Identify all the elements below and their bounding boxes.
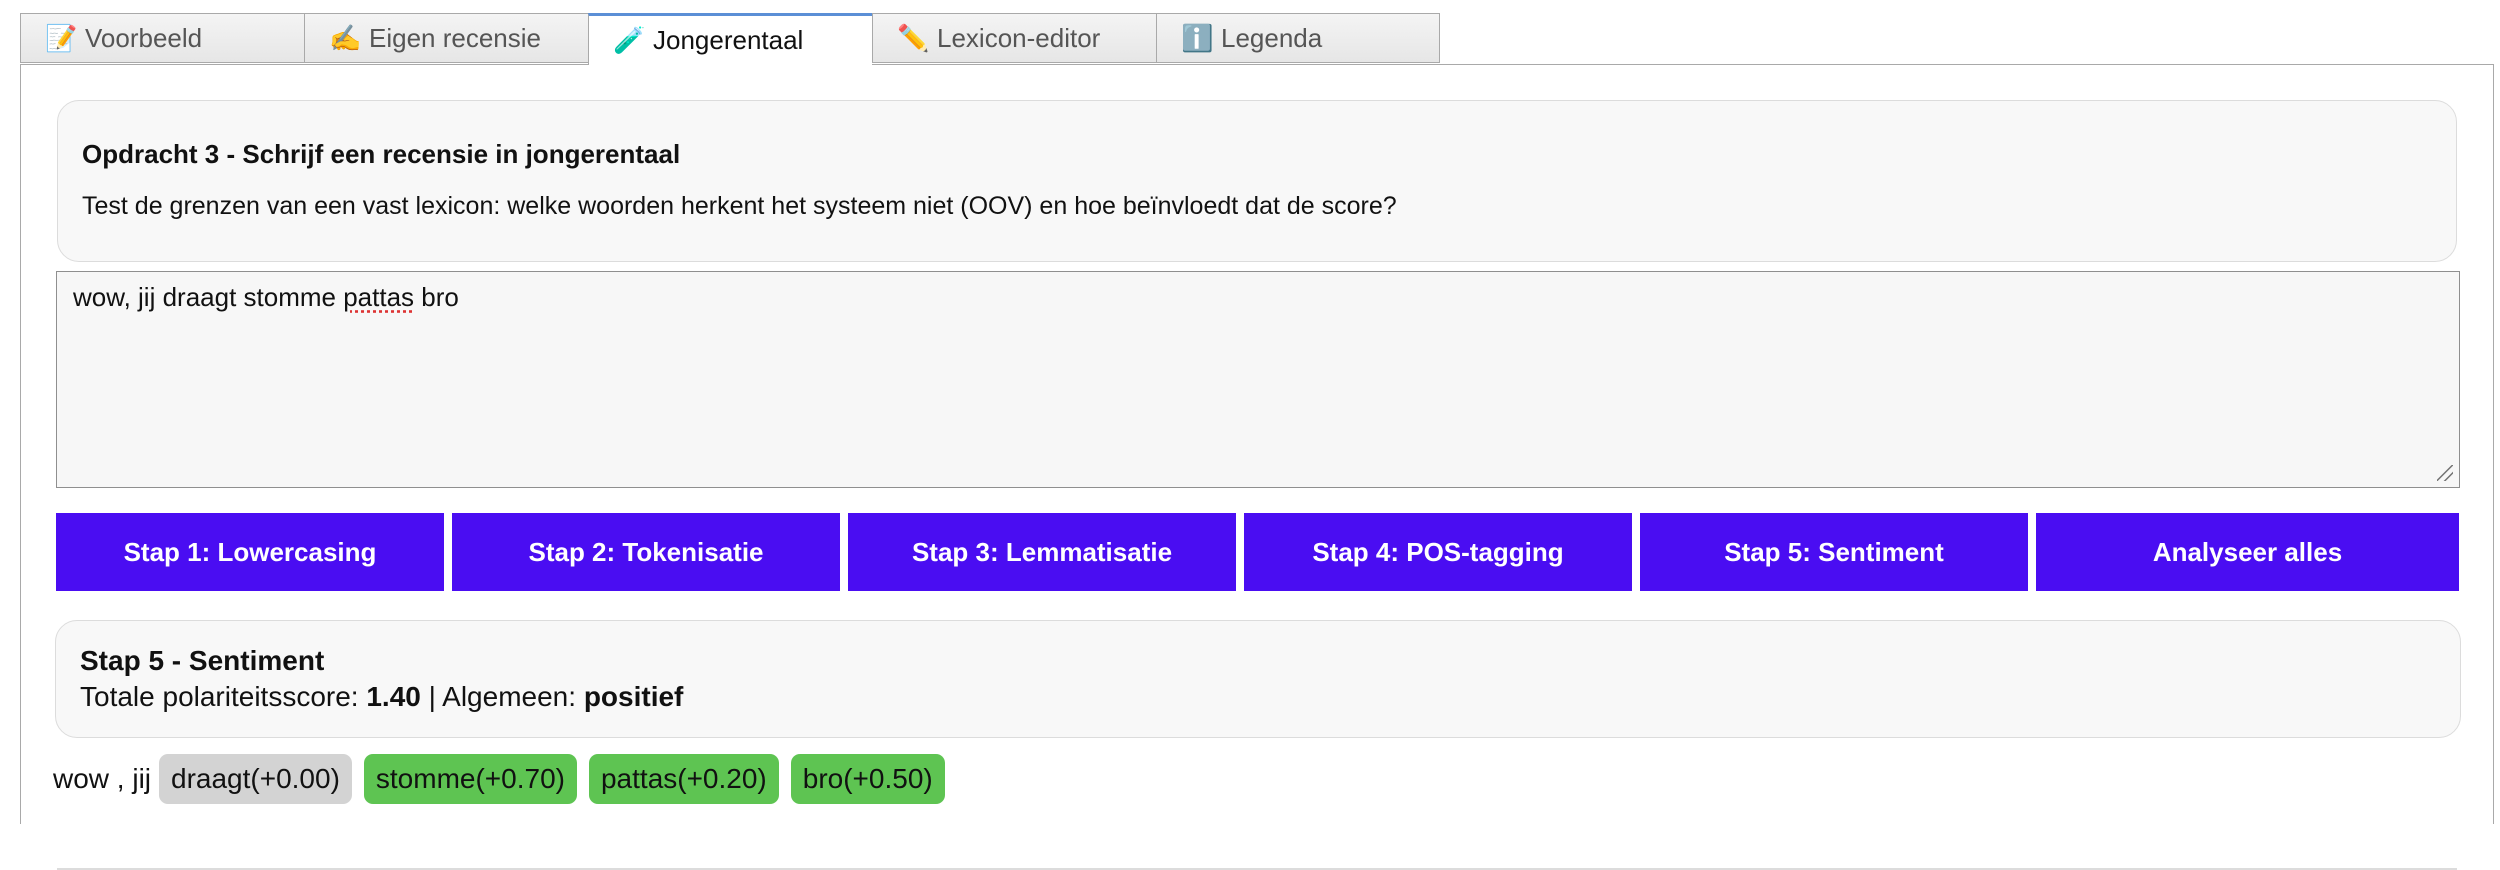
tab-bar: 📝 Voorbeeld ✍️ Eigen recensie 🧪 Jongeren…	[20, 13, 1440, 65]
analyse-all-button[interactable]: Analyseer alles	[2036, 513, 2459, 591]
tab-label: Lexicon-editor	[937, 22, 1101, 53]
score-value: 1.40	[366, 681, 421, 712]
step5-sentiment-button[interactable]: Stap 5: Sentiment	[1640, 513, 2028, 591]
unscored-tokens: wow , jij	[53, 763, 152, 794]
token-list: wow , jij draagt(+0.00) stomme(+0.70) pa…	[53, 753, 957, 805]
sentiment-result-card: Stap 5 - Sentiment Totale polariteitssco…	[55, 620, 2461, 738]
info-icon: ℹ️	[1181, 22, 1214, 53]
step2-tokenisation-button[interactable]: Stap 2: Tokenisatie	[452, 513, 840, 591]
tab-lexicon-editor[interactable]: ✏️ Lexicon-editor	[872, 13, 1156, 63]
token-chip: draagt(+0.00)	[159, 754, 352, 804]
score-label: Totale polariteitsscore:	[80, 681, 359, 712]
separator: |	[428, 681, 436, 712]
result-title: Stap 5 - Sentiment	[80, 645, 325, 676]
tab-label: Legenda	[1221, 22, 1323, 53]
test-tube-icon: 🧪	[613, 25, 646, 55]
review-input[interactable]: wow, jij draagt stomme pattas bro	[56, 271, 2460, 488]
step4-pos-tagging-button[interactable]: Stap 4: POS-tagging	[1244, 513, 1632, 591]
memo-icon: 📝	[45, 22, 78, 53]
task-description: Test de grenzen van een vast lexicon: we…	[82, 192, 1397, 220]
token-chip: bro(+0.50)	[790, 754, 945, 804]
overall-label: Algemeen:	[442, 681, 577, 712]
resize-grip-icon[interactable]	[2437, 465, 2453, 481]
review-input-text: wow, jij draagt stomme pattas bro	[73, 282, 459, 312]
task-title: Opdracht 3 - Schrijf een recensie in jon…	[82, 139, 681, 169]
tab-label: Voorbeeld	[85, 22, 203, 53]
task-card: Opdracht 3 - Schrijf een recensie in jon…	[57, 100, 2457, 262]
tab-legenda[interactable]: ℹ️ Legenda	[1156, 13, 1440, 63]
token-chip: stomme(+0.70)	[363, 754, 577, 804]
tab-eigen-recensie[interactable]: ✍️ Eigen recensie	[304, 13, 588, 63]
misspelled-word: pattas	[343, 282, 415, 312]
overall-value: positief	[583, 681, 684, 712]
writing-hand-icon: ✍️	[329, 22, 362, 53]
tab-label: Eigen recensie	[369, 22, 541, 53]
pencil-icon: ✏️	[897, 22, 930, 53]
result-summary: Totale polariteitsscore: 1.40 | Algemeen…	[80, 681, 2436, 713]
tab-jongerentaal[interactable]: 🧪 Jongerentaal	[588, 13, 872, 65]
tab-panel: Opdracht 3 - Schrijf een recensie in jon…	[20, 64, 2494, 870]
step1-lowercasing-button[interactable]: Stap 1: Lowercasing	[56, 513, 444, 591]
tab-label: Jongerentaal	[653, 25, 804, 55]
step3-lemmatisation-button[interactable]: Stap 3: Lemmatisatie	[848, 513, 1236, 591]
token-chip: pattas(+0.20)	[588, 754, 779, 804]
tab-voorbeeld[interactable]: 📝 Voorbeeld	[20, 13, 304, 63]
